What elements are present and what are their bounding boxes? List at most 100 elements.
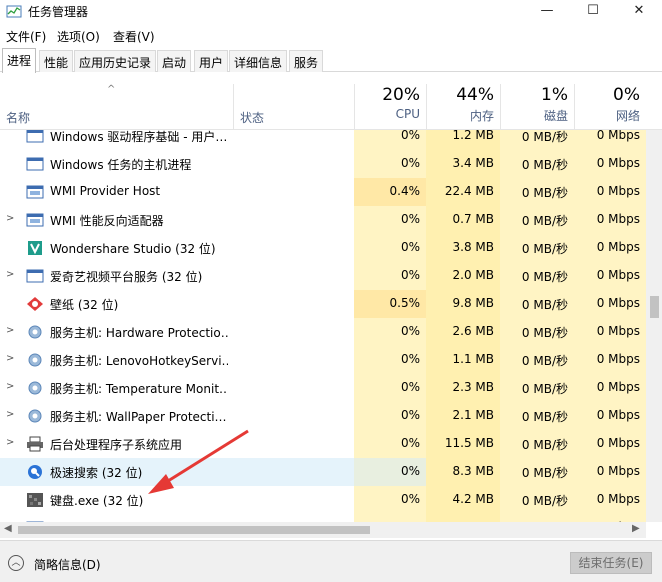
- cpu-label: CPU: [395, 107, 420, 121]
- process-disk: 0 MB/秒: [500, 290, 574, 318]
- tab-users[interactable]: 用户: [194, 50, 229, 72]
- wmi-icon: [26, 184, 44, 200]
- process-row[interactable]: 键盘.exe (32 位) 0% 4.2 MB 0 MB/秒 0 Mbps: [0, 486, 646, 514]
- process-disk: 0 MB/秒: [500, 514, 574, 522]
- process-name: 服务主机: WallPaper Protecti…: [50, 410, 227, 424]
- process-row[interactable]: > WMI 性能反向适配器 0% 0.7 MB 0 MB/秒 0 Mbps: [0, 206, 646, 234]
- process-disk: 0 MB/秒: [500, 486, 574, 514]
- window-icon: [26, 130, 44, 144]
- tab-bar: 进程 性能 应用历史记录 启动 用户 详细信息 服务: [0, 48, 662, 73]
- process-row[interactable]: > 服务主机: Temperature Monit… 0% 2.3 MB 0 MB/秒 0…: [0, 374, 646, 402]
- menu-bar: 文件(F) 选项(O) 查看(V): [0, 25, 662, 47]
- process-row[interactable]: 极速搜索 (32 位) 0% 8.3 MB 0 MB/秒 0 Mbps: [0, 458, 646, 486]
- tab-services[interactable]: 服务: [289, 50, 324, 72]
- column-name[interactable]: 名称: [6, 109, 30, 126]
- process-memory: 9.8 MB: [426, 290, 500, 318]
- task-manager-app-icon: [6, 5, 22, 18]
- horizontal-scroll-thumb[interactable]: [18, 526, 370, 534]
- column-divider[interactable]: [233, 84, 234, 130]
- process-row[interactable]: > 爱奇艺视频平台服务 (32 位) 0% 2.0 MB 0 MB/秒 0 Mbps: [0, 262, 646, 290]
- expand-chevron-icon[interactable]: >: [6, 213, 14, 224]
- tab-details[interactable]: 详细信息: [229, 50, 288, 72]
- menu-view[interactable]: 查看(V): [113, 28, 155, 45]
- wmi-icon: [26, 212, 44, 228]
- process-name: 服务主机: Hardware Protectio…: [50, 326, 228, 340]
- process-memory: 0.7 MB: [426, 206, 500, 234]
- process-row[interactable]: > 服务主机: WallPaper Protecti… 0% 2.1 MB 0 MB/秒…: [0, 402, 646, 430]
- menu-file[interactable]: 文件(F): [6, 28, 46, 45]
- process-disk: 0 MB/秒: [500, 178, 574, 206]
- chevron-up-icon[interactable]: ︿: [8, 555, 24, 571]
- network-label: 网络: [615, 109, 640, 123]
- horizontal-scrollbar[interactable]: ◀ ▶: [0, 522, 646, 538]
- process-cpu: 0%: [354, 374, 426, 402]
- process-row[interactable]: WMI Provider Host 0.4% 22.4 MB 0 MB/秒 0 Mbps: [0, 178, 646, 206]
- title-bar: 任务管理器 — ☐ ✕: [0, 0, 662, 24]
- footer-bar: ︿ 简略信息(D) 结束任务(E): [0, 540, 662, 582]
- vertical-scroll-thumb[interactable]: [650, 296, 659, 318]
- expand-chevron-icon[interactable]: >: [6, 381, 14, 392]
- tab-startup[interactable]: 启动: [157, 50, 192, 72]
- process-disk: 0 MB/秒: [500, 262, 574, 290]
- process-row[interactable]: > 服务主机: LenovoHotkeyServi… 0% 1.1 MB 0 MB/秒 0…: [0, 346, 646, 374]
- process-cpu: 0%: [354, 514, 426, 522]
- process-name: WMI 性能反向适配器: [50, 214, 164, 228]
- iqiyi-icon: [26, 268, 44, 284]
- column-cpu[interactable]: 20% CPU: [354, 84, 426, 130]
- end-task-button[interactable]: 结束任务(E): [570, 552, 652, 574]
- tab-app-history[interactable]: 应用历史记录: [74, 50, 157, 72]
- process-name: 服务主机: Temperature Monit…: [50, 382, 228, 396]
- cpu-total-percent: 20%: [382, 85, 420, 105]
- column-disk[interactable]: 1% 磁盘: [500, 84, 574, 130]
- wallpaper-icon: [26, 296, 44, 312]
- process-network: 0 Mbps: [574, 486, 646, 514]
- process-row[interactable]: Wondershare Studio (32 位) 0% 3.8 MB 0 MB/秒 0…: [0, 234, 646, 262]
- process-row[interactable]: > 服务主机: Hardware Protectio… 0% 2.6 MB 0 MB/秒…: [0, 318, 646, 346]
- process-row[interactable]: > 后台处理程序子系统应用 0% 11.5 MB 0 MB/秒 0 Mbps: [0, 430, 646, 458]
- close-button[interactable]: ✕: [616, 0, 662, 24]
- memory-label: 内存: [469, 109, 494, 123]
- process-network: 0 Mbps: [574, 206, 646, 234]
- process-disk: 0 MB/秒: [500, 206, 574, 234]
- fewer-details-link[interactable]: 简略信息(D): [34, 556, 101, 573]
- process-cpu: 0.4%: [354, 178, 426, 206]
- process-row[interactable]: >开始0%24.7 MB0 MB/秒0 Mbps: [0, 514, 646, 522]
- process-cpu: 0%: [354, 486, 426, 514]
- process-network: 0 Mbps: [574, 318, 646, 346]
- process-disk: 0 MB/秒: [500, 458, 574, 486]
- process-memory: 3.8 MB: [426, 234, 500, 262]
- gear-icon: [26, 324, 44, 340]
- process-row[interactable]: Windows 任务的主机进程 0% 3.4 MB 0 MB/秒 0 Mbps: [0, 150, 646, 178]
- menu-options[interactable]: 选项(O): [57, 28, 100, 45]
- expand-chevron-icon[interactable]: >: [6, 325, 14, 336]
- process-network: 0 Mbps: [574, 514, 646, 522]
- process-memory: 24.7 MB: [426, 514, 500, 522]
- maximize-button[interactable]: ☐: [570, 0, 616, 24]
- column-memory[interactable]: 44% 内存: [426, 84, 500, 130]
- tab-processes[interactable]: 进程: [2, 48, 37, 73]
- expand-chevron-icon[interactable]: >: [6, 409, 14, 420]
- column-network[interactable]: 0% 网络: [574, 84, 646, 130]
- tab-performance[interactable]: 性能: [39, 50, 74, 72]
- process-row[interactable]: 壁纸 (32 位) 0.5% 9.8 MB 0 MB/秒 0 Mbps: [0, 290, 646, 318]
- process-network: 0 Mbps: [574, 374, 646, 402]
- memory-total-percent: 44%: [456, 85, 494, 105]
- process-row[interactable]: Windows 驱动程序基础 - 用户… 0% 1.2 MB 0 MB/秒 0 Mbps: [0, 130, 646, 150]
- scroll-left-icon[interactable]: ◀: [4, 523, 12, 534]
- process-network: 0 Mbps: [574, 458, 646, 486]
- gear-icon: [26, 380, 44, 396]
- scroll-right-icon[interactable]: ▶: [632, 523, 640, 534]
- expand-chevron-icon[interactable]: >: [6, 437, 14, 448]
- process-name: Windows 驱动程序基础 - 用户…: [50, 130, 228, 144]
- process-disk: 0 MB/秒: [500, 346, 574, 374]
- expand-chevron-icon[interactable]: >: [6, 269, 14, 280]
- minimize-button[interactable]: —: [524, 0, 570, 24]
- process-network: 0 Mbps: [574, 346, 646, 374]
- column-status[interactable]: 状态: [240, 109, 264, 126]
- vertical-scrollbar[interactable]: [646, 130, 662, 522]
- process-network: 0 Mbps: [574, 290, 646, 318]
- process-cpu: 0%: [354, 150, 426, 178]
- window-title: 任务管理器: [28, 5, 89, 19]
- expand-chevron-icon[interactable]: >: [6, 353, 14, 364]
- process-disk: 0 MB/秒: [500, 318, 574, 346]
